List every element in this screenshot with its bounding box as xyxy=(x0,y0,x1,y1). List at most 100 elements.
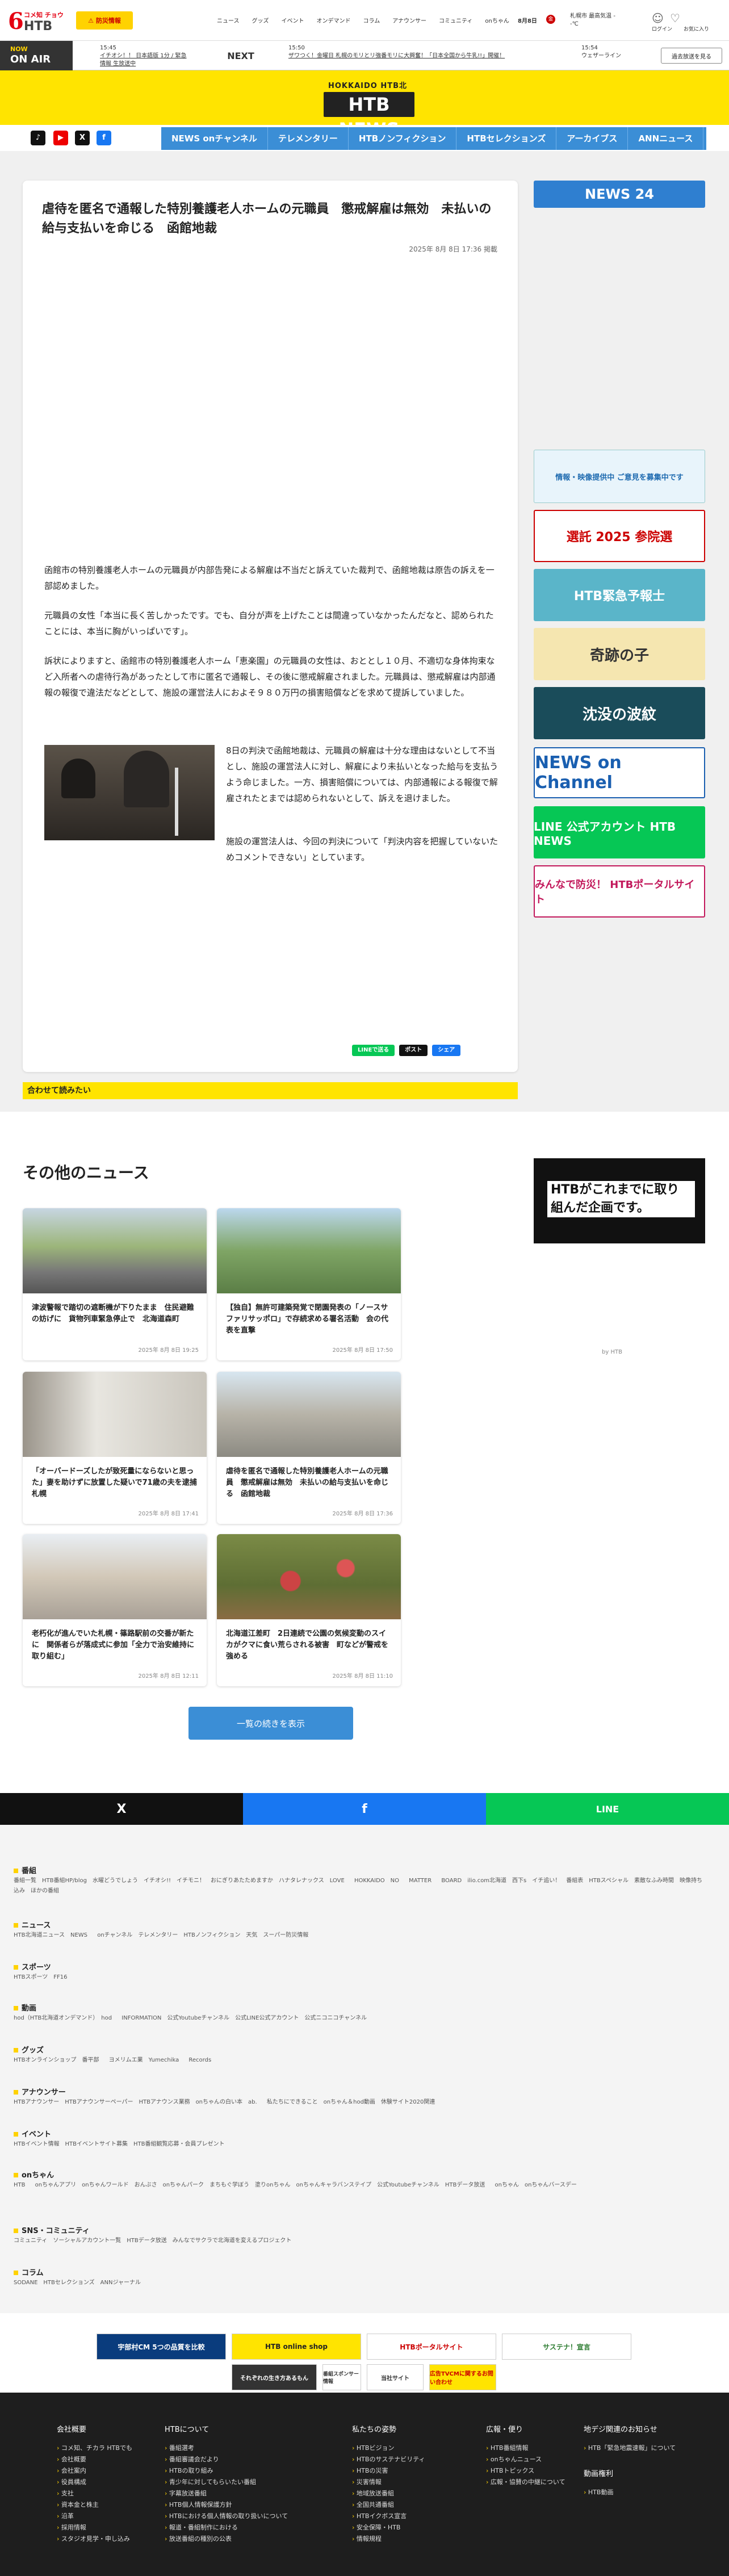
sitemap: 番組 番組一覧 HTB番組HP/blog 水曜どうでしょう イチオシ!! イチモ… xyxy=(0,1825,729,2313)
sitemap-heading: ニュース xyxy=(14,1919,51,1930)
nav-ondemand[interactable]: オンデマンド xyxy=(317,16,351,24)
logo-small-text: コメ知 チョウ xyxy=(24,11,64,19)
footer-column: HTBについて 番組選考 番組審議会だより HTBの取り組み 青少年に対してもら… xyxy=(165,2424,335,2545)
x-post-button[interactable]: ポスト xyxy=(399,1045,428,1056)
ad-inquiry-banner[interactable]: 広告TVCMに関するお問い合わせ xyxy=(429,2364,496,2390)
news-card-date: 2025年 8月 8日 17:50 xyxy=(332,1347,393,1354)
cat-selections[interactable]: HTBセレクションズ xyxy=(456,127,557,150)
cat-telementary[interactable]: テレメンタリー xyxy=(268,127,349,150)
election-banner[interactable]: 選託 2025 参院選 xyxy=(534,510,705,562)
nav-announcer[interactable]: アナウンサー xyxy=(392,16,426,24)
sitemap-links[interactable]: HTBアナウンサー HTBアナウンサーペーパー HTBアナウンス業務 onちゃん… xyxy=(14,2097,706,2108)
ripple-banner[interactable]: 沈没の波紋 xyxy=(534,687,705,739)
other-news-title: その他のニュース xyxy=(23,1163,149,1182)
sponsor-banner[interactable]: 番組スポンサー情報 xyxy=(322,2364,361,2390)
sitemap-links[interactable]: HTB北海道ニュース NEWS onチャンネル テレメンタリー HTBノンフィク… xyxy=(14,1930,706,1941)
company-site-banner[interactable]: 当社サイト xyxy=(367,2364,424,2390)
sitemap-heading: SNS・コミュニティ xyxy=(14,2225,90,2235)
ad-caption: by HTB xyxy=(602,1349,622,1355)
cat-archives[interactable]: アーカイブス xyxy=(556,127,629,150)
news-card-image xyxy=(217,1208,401,1293)
next-label: NEXT xyxy=(227,50,254,61)
x-icon[interactable]: X xyxy=(75,131,90,145)
sitemap-links[interactable]: SODANE HTBセレクションズ ANNジャーナル xyxy=(14,2278,706,2288)
sitemap-links[interactable]: HTBスポーツ FF16 xyxy=(14,1972,706,1983)
cat-ann-news[interactable]: ANNニュース xyxy=(628,127,704,150)
news-card[interactable]: 「オーバードーズしたが致死量にならないと思った」妻を助けずに放置した疑いで71歳… xyxy=(23,1372,207,1524)
footer-column: 地デジ関連のお知らせ HTB「緊急地震速報」について 動画権利 HTB動画 xyxy=(584,2424,697,2498)
nav-column[interactable]: コラム xyxy=(363,16,380,24)
news-card[interactable]: 虐待を匿名で通報した特別養護老人ホームの元職員 懲戒解雇は無効 未払いの給与支払… xyxy=(217,1372,401,1524)
nav-news[interactable]: ニュース xyxy=(217,16,240,24)
online-shop-banner[interactable]: HTB online shop xyxy=(232,2334,361,2360)
favorites-link[interactable]: お気に入り xyxy=(684,25,709,32)
login-link[interactable]: ログイン xyxy=(652,25,672,32)
weather-forecaster-banner[interactable]: HTB緊急予報士 xyxy=(534,569,705,621)
cm-banner[interactable]: 宇部村CM 5つの品質を比較 xyxy=(97,2334,226,2360)
sitemap-links[interactable]: HTBオンラインショップ 番平部 ヨメリムエ業 Yumechika Record… xyxy=(14,2055,706,2066)
article-paragraph: 元職員の女性「本当に長く苦しかったです。でも、自分が声を上げたことは間違っていな… xyxy=(44,610,494,636)
cat-nonfiction[interactable]: HTBノンフィクション xyxy=(349,127,457,150)
nav-community[interactable]: コミュニティ xyxy=(439,16,472,24)
news-card[interactable]: 津波警報で踏切の遮断機が下りたまま 住民避難の妨げに 貨物列車緊急停止で 北海道… xyxy=(23,1208,207,1360)
tiktok-icon[interactable]: ♪ xyxy=(31,131,45,145)
cat-news-on-channel[interactable]: NEWS onチャンネル xyxy=(161,127,268,150)
news-card-title: 【独自】無許可建築発覚で閉園発表の「ノースサファリサッポロ」で存続求める署名活動… xyxy=(226,1304,389,1335)
heart-icon[interactable]: ♡ xyxy=(670,11,680,25)
share-buttons: LINEで送る ポスト シェア xyxy=(352,1045,461,1056)
sitemap-heading: イベント xyxy=(14,2128,51,2139)
footer: 会社概要 コメ知、チカラ HTBでも 会社概要 会社案内 役員構成 支社 資本金… xyxy=(0,2393,729,2576)
now-program[interactable]: 15:45 イチオシ！！ 日本語版 1分 / 緊急情報 生放送中 xyxy=(100,44,191,68)
facebook-icon[interactable]: f xyxy=(97,131,111,145)
line-share-button[interactable]: LINEで送る xyxy=(352,1045,395,1056)
past-broadcast-button[interactable]: 過去放送を見る xyxy=(661,48,722,64)
share-strip: X f LINE xyxy=(0,1793,729,1825)
sitemap-links[interactable]: コミュニティ ソーシャルアカウント一覧 HTBデータ放送 みんなでサクラで北海道… xyxy=(14,2236,706,2246)
article-title: 虐待を匿名で通報した特別養護老人ホームの元職員 懲戒解雇は無効 未払いの給与支払… xyxy=(42,202,492,236)
x-share-strip[interactable]: X xyxy=(0,1793,243,1825)
sitemap-links[interactable]: HTB onちゃんアプリ onちゃんワールド おんぶさ onちゃんパーク まちも… xyxy=(14,2180,706,2190)
sitemap-heading: アナウンサー xyxy=(14,2086,66,2097)
htb-news-logo[interactable]: HOKKAIDO HTB北海道ニュース HTB NEWS xyxy=(318,76,414,140)
news-on-channel-banner[interactable]: NEWS on Channel xyxy=(534,747,705,798)
sitemap-links[interactable]: hod（HTB北海道オンデマンド） hod INFORMATION 公式Yout… xyxy=(14,2013,706,2024)
nav-event[interactable]: イベント xyxy=(282,16,304,24)
disaster-info-button[interactable]: ⚠ 防災情報 xyxy=(76,11,133,30)
sitemap-heading: 動画 xyxy=(14,2002,36,2013)
nav-goods[interactable]: グッズ xyxy=(252,16,269,24)
sitemap-heading: 番組 xyxy=(14,1865,36,1875)
news-card-image xyxy=(217,1534,401,1619)
article-paragraph: 施設の運営法人は、今回の判決について「判決内容を把握していないためコメントできな… xyxy=(226,836,498,862)
next-program[interactable]: 15:50 ザワつく！金曜日 札幌のモリとリ強番モリに大興奮！「日本全国から牛乳… xyxy=(288,44,550,60)
bottom-banners: 宇部村CM 5つの品質を比較 HTB online shop HTBポータルサイ… xyxy=(0,2313,729,2393)
htb-projects-ad[interactable]: HTBがこれまでに取り組んだ企画です。 xyxy=(534,1158,705,1243)
news-card-title: 津波警報で踏切の遮断機が下りたまま 住民避難の妨げに 貨物列車緊急停止で 北海道… xyxy=(32,1304,194,1323)
sitemap-heading: onちゃん xyxy=(14,2169,54,2180)
news24-banner[interactable]: NEWS 24 xyxy=(534,181,705,208)
miracle-child-banner[interactable]: 奇跡の子 xyxy=(534,628,705,680)
line-share-strip[interactable]: LINE xyxy=(486,1793,729,1825)
facebook-share-button[interactable]: シェア xyxy=(432,1045,461,1056)
sustainability-banner[interactable]: サステナ！宣言 xyxy=(502,2334,631,2360)
user-icon[interactable]: ☺ xyxy=(652,11,664,25)
lifestyle-banner[interactable]: それぞれの生き方あるもん xyxy=(232,2364,317,2390)
nav-onchan[interactable]: onちゃん xyxy=(485,16,509,24)
news-card[interactable]: 【独自】無許可建築発覚で閉園発表の「ノースサファリサッポロ」で存続求める署名活動… xyxy=(217,1208,401,1360)
news-card[interactable]: 老朽化が進んでいた札幌・篠路駅前の交番が新たに 関係者らが落成式に参加「全力で治… xyxy=(23,1534,207,1686)
more-news-button[interactable]: 一覧の続きを表示 xyxy=(188,1707,353,1740)
later-program[interactable]: 15:54 ウェザーライン xyxy=(581,44,650,60)
article-paragraph: 8日の判決で函館地裁は、元職員の解雇は十分な理由はないとして不当とし、施設の運営… xyxy=(226,745,498,803)
htb-logo[interactable]: 6 コメ知 チョウ HTB xyxy=(8,7,70,35)
facebook-share-strip[interactable]: f xyxy=(243,1793,486,1825)
sitemap-links[interactable]: HTBイベント情報 HTBイベントサイト募集 HTB番組観覧応募・会員プレゼント xyxy=(14,2139,706,2150)
info-submit-banner[interactable]: 情報・映像提供中 ご意見を募集中です xyxy=(534,450,705,503)
sitemap-links[interactable]: 番組一覧 HTB番組HP/blog 水曜どうでしょう イチオシ!! イチモニ！ … xyxy=(14,1876,706,1896)
news-card[interactable]: 北海道江差町 2日連続で公園の気候変動のスイカがクマに食い荒らされる被害 町など… xyxy=(217,1534,401,1686)
portal-banner[interactable]: HTBポータルサイト xyxy=(367,2334,496,2360)
bousai-portal-banner[interactable]: みんなで防災！ HTBポータルサイト xyxy=(534,865,705,918)
youtube-icon[interactable]: ▶ xyxy=(53,131,68,145)
weather-widget[interactable]: 8月8日 金 札幌市 最高気温 --℃ xyxy=(518,11,643,32)
weekday-badge: 金 xyxy=(546,15,555,24)
news-card-title: 虐待を匿名で通報した特別養護老人ホームの元職員 懲戒解雇は無効 未払いの給与支払… xyxy=(226,1467,389,1498)
line-official-banner[interactable]: LINE 公式アカウント HTB NEWS xyxy=(534,806,705,858)
